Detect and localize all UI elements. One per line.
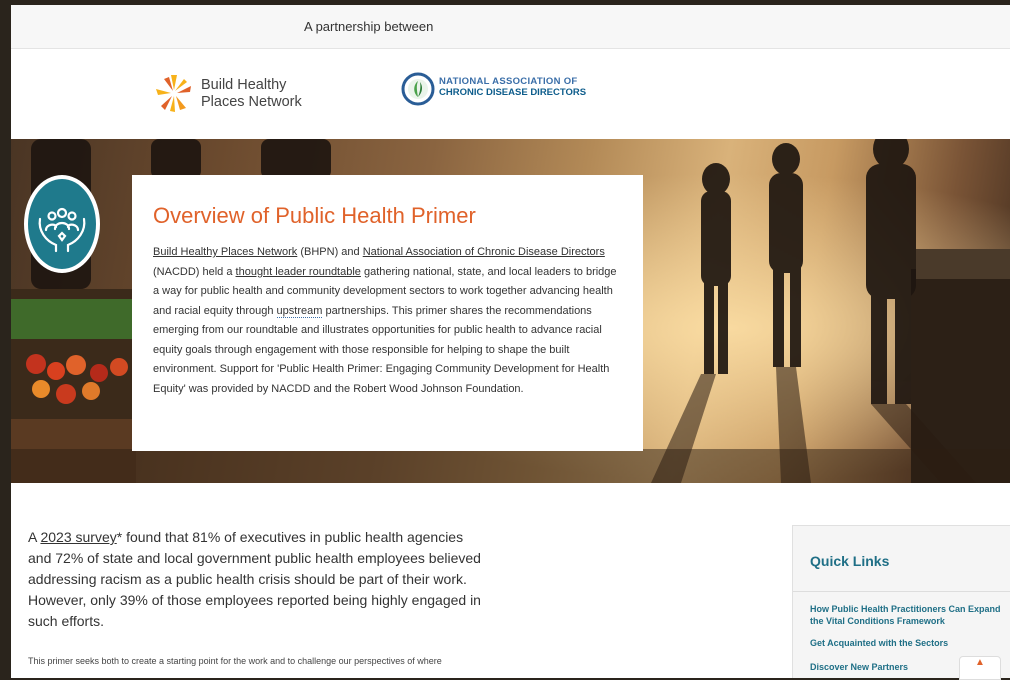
hero-icon-badge [24,175,100,273]
primer-description: Build Healthy Places Network (BHPN) and … [153,243,621,399]
quick-link-vital-conditions[interactable]: How Public Health Practitioners Can Expa… [810,603,1006,627]
bhpn-line2: Places Network [201,94,302,110]
chevron-up-icon: ▲ [975,657,985,668]
bhpn-link[interactable]: Build Healthy Places Network [153,246,297,258]
nacdd-link[interactable]: National Association of Chronic Disease … [363,246,605,258]
hands-community-icon [38,207,86,253]
partnership-bar: A partnership between [11,5,1010,49]
nacdd-line2: CHRONIC DISEASE DIRECTORS [439,87,587,98]
quick-link-sectors[interactable]: Get Acquainted with the Sectors [810,637,1006,649]
primer-intro-text: This primer seeks both to create a start… [28,656,442,666]
main-content: A 2023 survey* found that 81% of executi… [11,483,1010,678]
bhpn-logo-text[interactable]: Build Healthy Places Network [201,77,302,111]
scroll-to-top-button[interactable]: ▲ [959,656,1001,680]
desc-text-1: (BHPN) and [297,246,363,258]
bhpn-line1: Build Healthy [201,77,287,93]
page-frame: A partnership between Build Healthy Plac… [11,5,1010,678]
hero-banner: Overview of Public Health Primer Build H… [11,139,1010,483]
lead-prefix: A [28,529,41,545]
nacdd-logo-icon[interactable] [401,72,435,106]
partner-logos: Build Healthy Places Network NATIONAL AS… [11,49,1010,139]
nacdd-line1: NATIONAL ASSOCIATION OF [439,76,578,87]
upstream-glossary-term[interactable]: upstream [276,304,323,318]
primer-overview-card: Overview of Public Health Primer Build H… [132,175,643,451]
survey-link[interactable]: 2023 survey [40,529,116,545]
quick-links-divider [793,591,1010,592]
roundtable-link[interactable]: thought leader roundtable [236,266,361,278]
page-title: Overview of Public Health Primer [153,203,476,228]
desc-text-4: partnerships. This primer shares the rec… [153,304,610,395]
survey-lead-paragraph: A 2023 survey* found that 81% of executi… [28,527,483,632]
partnership-text: A partnership between [304,19,434,34]
quick-links-title: Quick Links [810,553,890,569]
nacdd-logo-text[interactable]: NATIONAL ASSOCIATION OF CHRONIC DISEASE … [439,76,586,98]
bhpn-logo-icon[interactable] [154,71,194,115]
desc-text-2: (NACDD) held a [153,265,236,278]
